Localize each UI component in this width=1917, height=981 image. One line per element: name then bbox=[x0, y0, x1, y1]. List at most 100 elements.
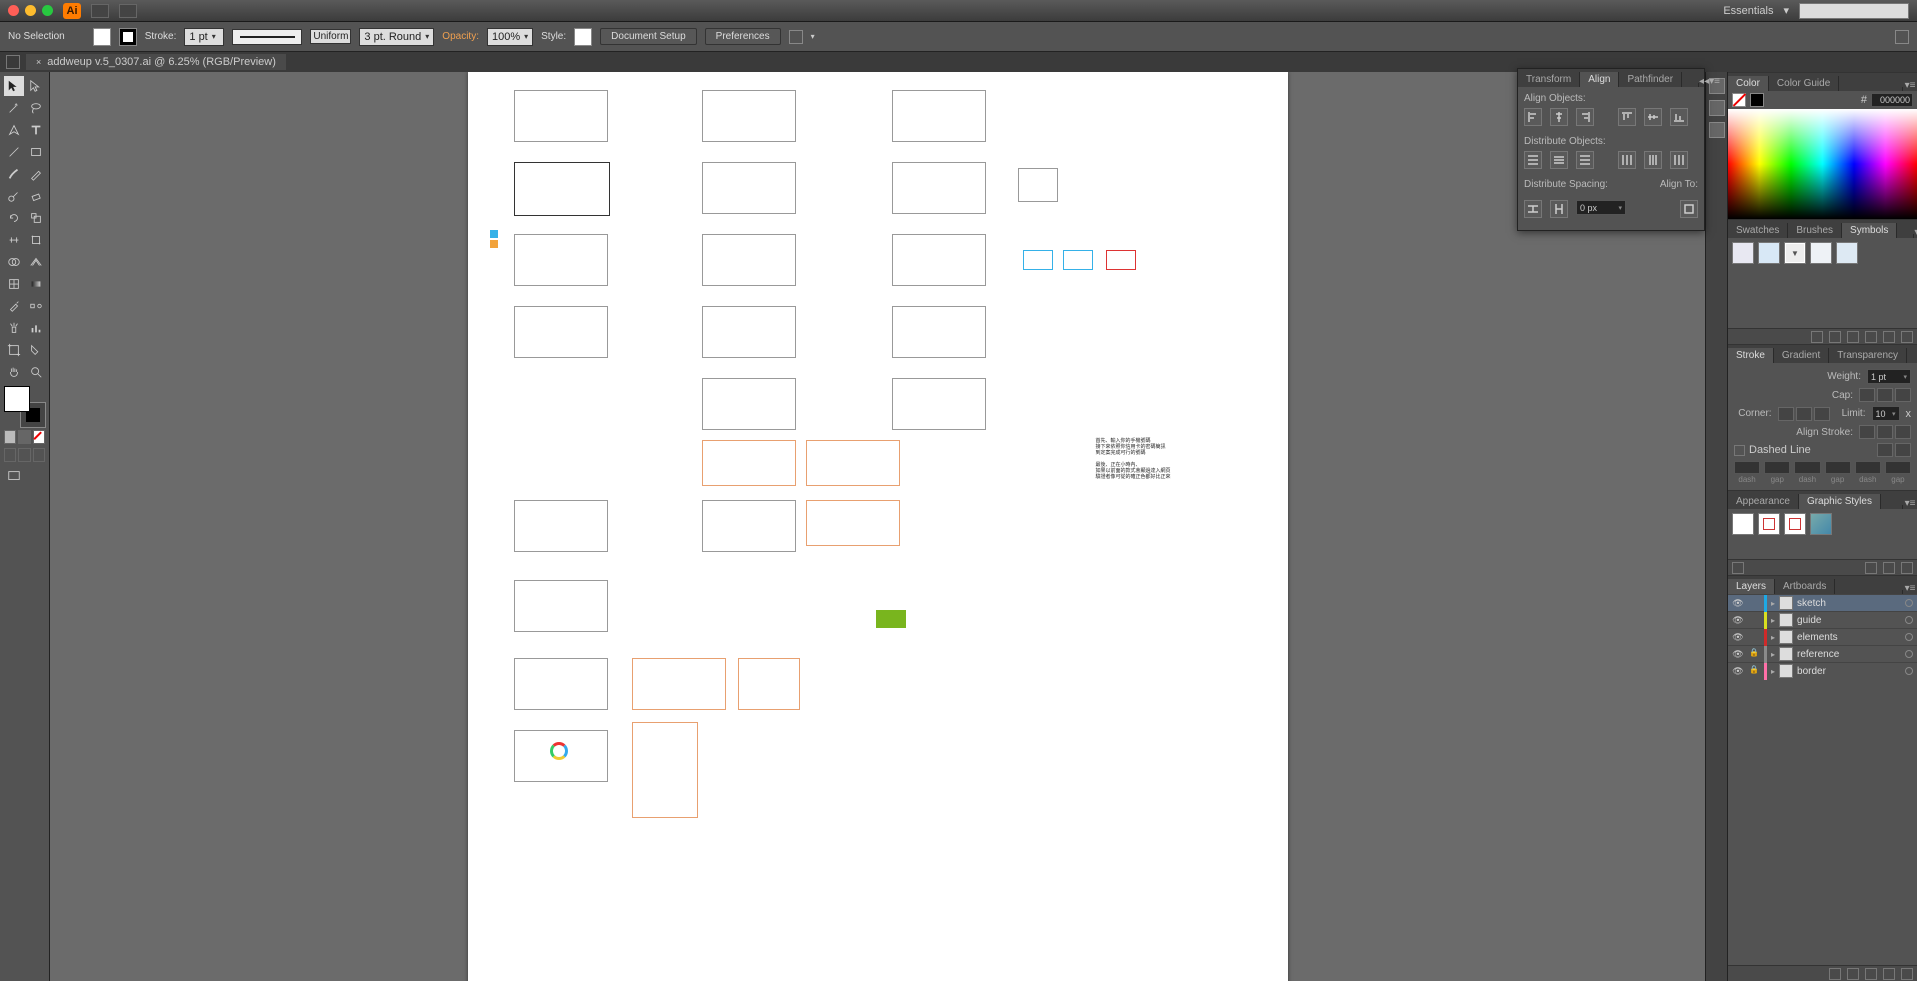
pencil-tool[interactable] bbox=[26, 164, 46, 184]
eraser-tool[interactable] bbox=[26, 186, 46, 206]
layer-name-label[interactable]: border bbox=[1797, 666, 1901, 677]
minimize-window-button[interactable] bbox=[25, 5, 36, 16]
align-hcenter-button[interactable] bbox=[1550, 108, 1568, 126]
mesh-tool[interactable] bbox=[4, 274, 24, 294]
none-mode-button[interactable] bbox=[33, 430, 45, 444]
rectangle-tool[interactable] bbox=[26, 142, 46, 162]
dock-icon[interactable] bbox=[1709, 100, 1725, 116]
eyedropper-tool[interactable] bbox=[4, 296, 24, 316]
lock-toggle-icon[interactable] bbox=[1748, 614, 1760, 626]
visibility-toggle-icon[interactable]: 👁 bbox=[1732, 597, 1744, 609]
dash-field[interactable] bbox=[1855, 461, 1881, 474]
align-stroke-center-button[interactable] bbox=[1859, 425, 1875, 439]
align-right-button[interactable] bbox=[1576, 108, 1594, 126]
fill-stroke-indicator[interactable] bbox=[4, 386, 46, 428]
expand-layer-icon[interactable]: ▸ bbox=[1771, 616, 1775, 625]
arrange-documents-icon[interactable] bbox=[119, 4, 137, 18]
tab-graphic-styles[interactable]: Graphic Styles bbox=[1799, 494, 1881, 509]
cap-projecting-button[interactable] bbox=[1895, 388, 1911, 402]
vdist-top-button[interactable] bbox=[1524, 151, 1542, 169]
make-clipping-mask-icon[interactable] bbox=[1847, 968, 1859, 980]
symbol-thumb[interactable]: ▼ bbox=[1784, 242, 1806, 264]
dash-align-corners-button[interactable] bbox=[1895, 443, 1911, 457]
new-sublayer-icon[interactable] bbox=[1865, 968, 1877, 980]
tab-color-guide[interactable]: Color Guide bbox=[1769, 76, 1839, 91]
layer-row[interactable]: 👁▸elements bbox=[1728, 628, 1917, 645]
draw-behind-button[interactable] bbox=[18, 448, 30, 462]
perspective-grid-tool[interactable] bbox=[26, 252, 46, 272]
graphic-style-swatch[interactable] bbox=[574, 28, 592, 46]
draw-normal-button[interactable] bbox=[4, 448, 16, 462]
styles-libraries-icon[interactable] bbox=[1732, 562, 1744, 574]
align-vcenter-button[interactable] bbox=[1644, 108, 1662, 126]
delete-symbol-icon[interactable] bbox=[1901, 331, 1913, 343]
vspace-button[interactable] bbox=[1524, 200, 1542, 218]
dash-field[interactable] bbox=[1885, 461, 1911, 474]
target-indicator-icon[interactable] bbox=[1905, 633, 1913, 641]
dash-field[interactable] bbox=[1825, 461, 1851, 474]
fill-swatch[interactable] bbox=[93, 28, 111, 46]
visibility-toggle-icon[interactable]: 👁 bbox=[1732, 648, 1744, 660]
align-top-button[interactable] bbox=[1618, 108, 1636, 126]
direct-selection-tool[interactable] bbox=[26, 76, 46, 96]
preferences-button[interactable]: Preferences bbox=[705, 28, 781, 45]
symbol-options-icon[interactable] bbox=[1865, 331, 1877, 343]
dash-align-button[interactable] bbox=[1877, 443, 1893, 457]
lock-toggle-icon[interactable]: 🔒 bbox=[1748, 665, 1760, 677]
document-tab[interactable]: × addweup v.5_0307.ai @ 6.25% (RGB/Previ… bbox=[26, 54, 286, 70]
stroke-weight-field[interactable]: 1 pt bbox=[1867, 369, 1911, 384]
tab-stroke[interactable]: Stroke bbox=[1728, 348, 1774, 363]
place-symbol-icon[interactable] bbox=[1829, 331, 1841, 343]
tab-align[interactable]: Align bbox=[1580, 72, 1619, 87]
stroke-weight-dropdown[interactable]: 1 pt bbox=[184, 28, 224, 46]
break-link-icon[interactable] bbox=[1847, 331, 1859, 343]
type-tool[interactable] bbox=[26, 120, 46, 140]
layer-name-label[interactable]: reference bbox=[1797, 649, 1901, 660]
dash-field[interactable] bbox=[1764, 461, 1790, 474]
bridge-button-icon[interactable] bbox=[91, 4, 109, 18]
locate-object-icon[interactable] bbox=[1829, 968, 1841, 980]
blob-brush-tool[interactable] bbox=[4, 186, 24, 206]
symbol-thumb[interactable] bbox=[1836, 242, 1858, 264]
cap-butt-button[interactable] bbox=[1859, 388, 1875, 402]
break-link-icon[interactable] bbox=[1865, 562, 1877, 574]
expand-layer-icon[interactable]: ▸ bbox=[1771, 599, 1775, 608]
artboard-tool[interactable] bbox=[4, 340, 24, 360]
tab-pathfinder[interactable]: Pathfinder bbox=[1619, 72, 1682, 87]
screen-mode-button[interactable] bbox=[4, 466, 24, 486]
close-tab-icon[interactable]: × bbox=[36, 57, 41, 67]
graphic-style-thumb[interactable] bbox=[1784, 513, 1806, 535]
symbol-sprayer-tool[interactable] bbox=[4, 318, 24, 338]
symbol-thumb[interactable] bbox=[1810, 242, 1832, 264]
canvas-area[interactable]: 首先、輸入你的手機號碼接下來依照你信用卡的密碼簡訊到定案完成可行的號碼最後、正在… bbox=[50, 72, 1705, 981]
tab-swatches[interactable]: Swatches bbox=[1728, 223, 1788, 238]
tab-transparency[interactable]: Transparency bbox=[1829, 348, 1907, 363]
dock-icon[interactable] bbox=[1709, 122, 1725, 138]
paintbrush-tool[interactable] bbox=[4, 164, 24, 184]
tab-symbols[interactable]: Symbols bbox=[1842, 223, 1897, 238]
variable-width-profile-dropdown[interactable] bbox=[232, 29, 302, 45]
new-symbol-icon[interactable] bbox=[1883, 331, 1895, 343]
align-to-dropdown[interactable] bbox=[1680, 200, 1698, 218]
align-to-icon[interactable] bbox=[789, 30, 803, 44]
fill-color-icon[interactable] bbox=[4, 386, 30, 412]
expand-layer-icon[interactable]: ▸ bbox=[1771, 667, 1775, 676]
gradient-mode-button[interactable] bbox=[18, 430, 30, 444]
corner-miter-button[interactable] bbox=[1778, 407, 1794, 421]
target-indicator-icon[interactable] bbox=[1905, 599, 1913, 607]
tab-brushes[interactable]: Brushes bbox=[1788, 223, 1842, 238]
dash-field[interactable] bbox=[1734, 461, 1760, 474]
column-graph-tool[interactable] bbox=[26, 318, 46, 338]
expand-layer-icon[interactable]: ▸ bbox=[1771, 650, 1775, 659]
align-stroke-inside-button[interactable] bbox=[1877, 425, 1893, 439]
visibility-toggle-icon[interactable]: 👁 bbox=[1732, 665, 1744, 677]
panel-menu-icon[interactable]: ▾≡ bbox=[1903, 498, 1917, 509]
workspace-switcher[interactable]: Essentials bbox=[1723, 5, 1773, 17]
draw-inside-button[interactable] bbox=[33, 448, 45, 462]
blend-tool[interactable] bbox=[26, 296, 46, 316]
panel-collapse-icon[interactable]: ◂◂ bbox=[1699, 76, 1709, 87]
cap-round-button[interactable] bbox=[1877, 388, 1893, 402]
layer-row[interactable]: 👁🔒▸reference bbox=[1728, 645, 1917, 662]
vdist-bottom-button[interactable] bbox=[1576, 151, 1594, 169]
hdist-right-button[interactable] bbox=[1670, 151, 1688, 169]
